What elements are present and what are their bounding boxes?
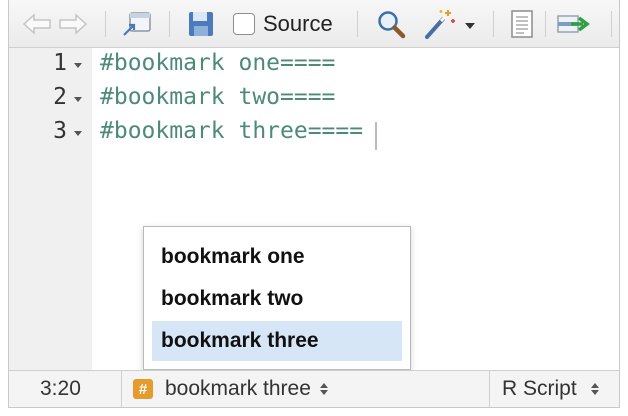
- up-down-chevron-icon: [319, 383, 328, 395]
- text-cursor: [375, 122, 377, 150]
- line-number: 3: [53, 118, 67, 144]
- source-on-save-label: Source: [263, 11, 333, 36]
- line-number: 2: [53, 84, 67, 110]
- magic-wand-icon: [425, 10, 455, 39]
- section-hash-icon: #: [133, 379, 153, 399]
- editor-status-bar: 3:20 # bookmark three R Script: [9, 370, 619, 407]
- code-line[interactable]: #bookmark two====: [100, 84, 335, 110]
- source-on-save-checkbox[interactable]: [233, 13, 255, 35]
- toolbar-separator: [545, 11, 546, 37]
- status-separator: [121, 371, 122, 407]
- toolbar-separator: [105, 11, 106, 37]
- run-icon[interactable]: [555, 0, 595, 48]
- section-jump-popup: bookmark one bookmark two bookmark three: [143, 226, 411, 370]
- editor-toolbar: Source: [9, 0, 619, 48]
- toolbar-separator: [611, 11, 612, 37]
- file-type-selector[interactable]: R Script: [502, 371, 599, 407]
- forward-arrow-icon[interactable]: [57, 0, 89, 48]
- toolbar-separator: [357, 11, 358, 37]
- popup-item[interactable]: bookmark two: [152, 279, 402, 319]
- show-in-window-icon[interactable]: [119, 0, 155, 48]
- source-on-save-toggle[interactable]: Source: [233, 0, 345, 48]
- fold-toggle-icon[interactable]: [74, 63, 82, 68]
- section-label: bookmark three: [165, 377, 311, 400]
- code-tools-menu[interactable]: [419, 0, 479, 48]
- section-navigator[interactable]: # bookmark three: [133, 371, 328, 407]
- source-editor-pane: Source 1 2 3 #bookmark one==== #bookmark…: [8, 0, 620, 408]
- toolbar-separator: [493, 11, 494, 37]
- cursor-position: 3:20: [40, 377, 81, 400]
- save-icon[interactable]: [183, 0, 219, 48]
- popup-item-selected[interactable]: bookmark three: [152, 321, 402, 361]
- chevron-down-icon: [465, 23, 475, 29]
- fold-toggle-icon[interactable]: [74, 97, 82, 102]
- file-type-label: R Script: [502, 377, 577, 400]
- find-icon[interactable]: [371, 0, 411, 48]
- line-number: 1: [53, 50, 67, 76]
- compile-report-icon[interactable]: [505, 0, 539, 48]
- fold-toggle-icon[interactable]: [74, 131, 82, 136]
- up-down-chevron-icon: [590, 383, 599, 395]
- back-arrow-icon[interactable]: [21, 0, 53, 48]
- status-separator: [489, 371, 490, 407]
- toolbar-separator: [169, 11, 170, 37]
- code-line[interactable]: #bookmark one====: [100, 50, 335, 76]
- code-line[interactable]: #bookmark three====: [100, 118, 363, 144]
- popup-item[interactable]: bookmark one: [152, 237, 402, 277]
